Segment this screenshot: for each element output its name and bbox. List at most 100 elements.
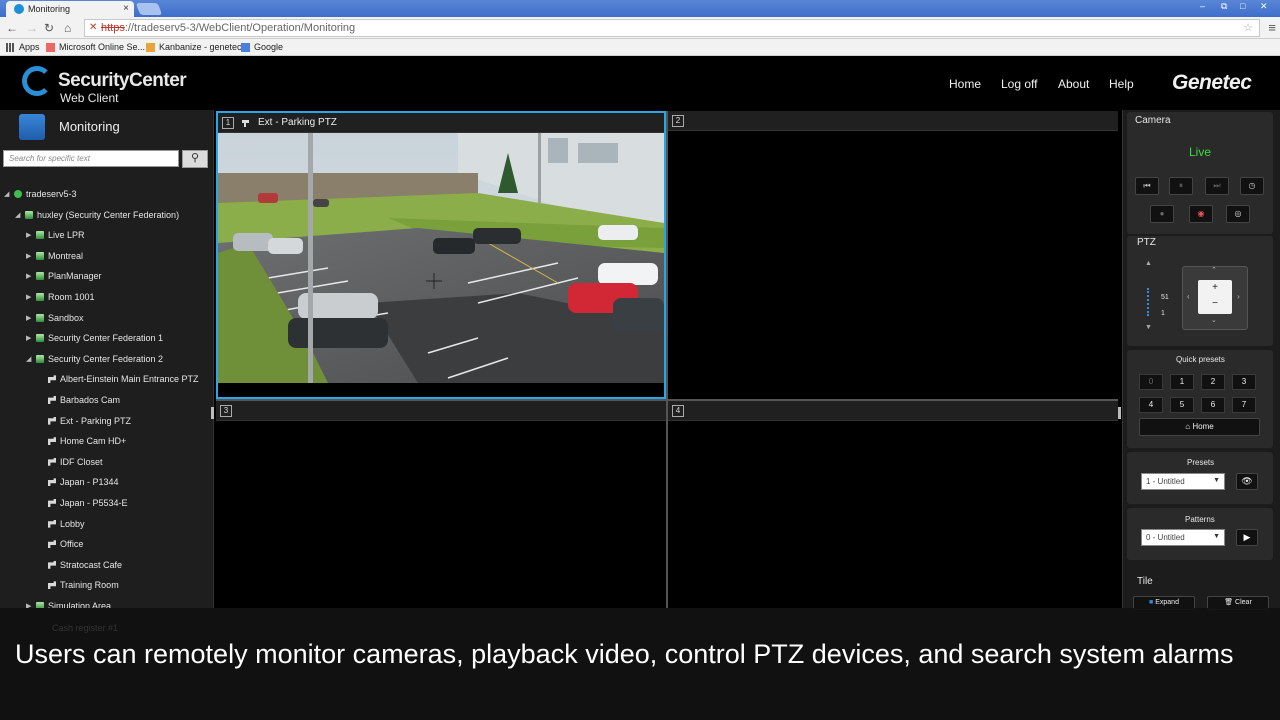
- reload-icon[interactable]: ↻: [44, 21, 54, 35]
- tree-item[interactable]: ▶ Live LPR: [26, 225, 85, 245]
- address-bar[interactable]: ✕ https://tradeserv5-3/WebClient/Operati…: [84, 19, 1260, 37]
- quick-preset-button[interactable]: 1: [1170, 374, 1194, 390]
- home-icon[interactable]: ⌂: [64, 21, 71, 35]
- bookmark-apps[interactable]: Apps: [6, 42, 40, 52]
- tree-item[interactable]: ▶ Sandbox: [26, 308, 84, 328]
- tree-item[interactable]: Ext - Parking PTZ: [38, 411, 131, 431]
- bookmark-label: Google: [254, 42, 284, 52]
- close-tab-icon[interactable]: ×: [123, 3, 129, 14]
- video-tile-3[interactable]: 3: [216, 401, 666, 608]
- browser-menu-icon[interactable]: ≡: [1268, 20, 1276, 35]
- expand-arrow-icon[interactable]: ▶: [26, 272, 36, 280]
- nav-logoff-link[interactable]: Log off: [1001, 77, 1037, 91]
- pan-up-icon[interactable]: ⌃: [1211, 266, 1217, 274]
- tree-item[interactable]: Home Cam HD+: [38, 431, 126, 451]
- run-pattern-button[interactable]: ▶: [1236, 529, 1258, 546]
- tree-item[interactable]: ◢ huxley (Security Center Federation): [15, 205, 179, 225]
- expand-arrow-icon[interactable]: ▶: [26, 293, 36, 301]
- expand-arrow-icon[interactable]: ▶: [26, 334, 36, 342]
- tree-item-label: Home Cam HD+: [60, 436, 127, 447]
- tree-item[interactable]: ◢ tradeserv5-3: [4, 184, 77, 204]
- timeline-button[interactable]: ◷: [1240, 177, 1264, 195]
- ptz-home-button[interactable]: ⌂ Home: [1139, 418, 1260, 436]
- zoom-control[interactable]: + −: [1198, 280, 1232, 314]
- forward-button[interactable]: ⏭: [1205, 177, 1229, 195]
- tree-item[interactable]: ▶ Room 1001: [26, 287, 95, 307]
- collapse-arrow-icon[interactable]: ◢: [4, 190, 14, 198]
- tree-item[interactable]: ▶ PlanManager: [26, 266, 102, 286]
- bookmark-star-icon[interactable]: ☆: [1243, 21, 1253, 34]
- quick-preset-button[interactable]: 6: [1201, 397, 1225, 413]
- rewind-button[interactable]: ⏮: [1135, 177, 1159, 195]
- tree-item[interactable]: ▶ Montreal: [26, 246, 83, 266]
- ptz-section-label: PTZ: [1137, 237, 1156, 248]
- tree-item[interactable]: ◢ Security Center Federation 2: [26, 349, 163, 369]
- back-icon[interactable]: ←: [6, 21, 18, 35]
- tree-item[interactable]: Training Room: [38, 575, 119, 595]
- tree-item[interactable]: ▶ Security Center Federation 1: [26, 328, 163, 348]
- quick-preset-button[interactable]: 5: [1170, 397, 1194, 413]
- quick-preset-button[interactable]: 7: [1232, 397, 1256, 413]
- pan-left-icon[interactable]: ‹: [1187, 292, 1190, 301]
- right-splitter-handle[interactable]: [1118, 407, 1121, 419]
- clear-label: Clear: [1235, 599, 1252, 606]
- nav-help-link[interactable]: Help: [1109, 77, 1134, 91]
- zoom-in-icon[interactable]: ▲: [1145, 260, 1152, 267]
- record-button[interactable]: ◎: [1226, 205, 1250, 223]
- camera-icon: [48, 437, 56, 446]
- tree-item[interactable]: Japan - P1344: [38, 472, 119, 492]
- genetec-favicon-icon: [14, 4, 24, 14]
- quick-preset-button[interactable]: 0: [1139, 374, 1163, 390]
- expand-icon: ■: [1149, 599, 1154, 606]
- tree-item[interactable]: ▶ Simulation Area: [26, 596, 111, 608]
- go-to-preset-button[interactable]: 👁: [1236, 473, 1258, 490]
- pattern-select[interactable]: 0 - Untitled ▼: [1141, 529, 1225, 546]
- left-splitter-handle[interactable]: [211, 407, 214, 419]
- maximize-icon[interactable]: □: [1240, 1, 1245, 11]
- expand-arrow-icon[interactable]: ▶: [26, 252, 36, 260]
- area-icon: [36, 313, 44, 322]
- expand-arrow-icon[interactable]: ▶: [26, 231, 36, 239]
- zoom-out-icon[interactable]: ▼: [1145, 324, 1152, 331]
- bookmark-kanbanize[interactable]: Kanbanize - genetec: [146, 42, 242, 52]
- browser-tab[interactable]: Monitoring ×: [6, 1, 134, 17]
- minimize-icon[interactable]: –: [1200, 1, 1205, 11]
- tree-item[interactable]: Lobby: [38, 514, 85, 534]
- tree-item[interactable]: Albert-Einstein Main Entrance PTZ: [38, 369, 199, 389]
- close-window-icon[interactable]: ✕: [1260, 1, 1268, 12]
- tree-item[interactable]: Barbados Cam: [38, 390, 120, 410]
- forward-icon[interactable]: →: [26, 21, 38, 35]
- zoom-minus-icon[interactable]: −: [1198, 296, 1232, 312]
- tree-item[interactable]: Stratocast Cafe: [38, 555, 122, 575]
- pan-right-icon[interactable]: ›: [1237, 292, 1240, 301]
- tree-item[interactable]: Japan - P5534-E: [38, 493, 128, 513]
- entity-search-input[interactable]: Search for specific text: [3, 150, 179, 167]
- bookmark-microsoft[interactable]: Microsoft Online Se...: [46, 42, 145, 52]
- parking-lot-video-feed[interactable]: [218, 133, 664, 383]
- video-tile-4[interactable]: 4: [668, 401, 1118, 608]
- quick-preset-button[interactable]: 4: [1139, 397, 1163, 413]
- quick-preset-button[interactable]: 3: [1232, 374, 1256, 390]
- restore-icon[interactable]: ⧉: [1221, 1, 1227, 12]
- bookmark-button[interactable]: ◉: [1189, 205, 1213, 223]
- pan-down-icon[interactable]: ⌄: [1211, 316, 1217, 324]
- zoom-plus-icon[interactable]: +: [1198, 280, 1232, 296]
- zoom-slider[interactable]: [1147, 288, 1155, 316]
- pause-button[interactable]: ⏸: [1169, 177, 1193, 195]
- preset-select[interactable]: 1 - Untitled ▼: [1141, 473, 1225, 490]
- nav-about-link[interactable]: About: [1058, 77, 1089, 91]
- app-header: SecurityCenter Web Client Home Log off A…: [0, 56, 1280, 110]
- collapse-arrow-icon[interactable]: ◢: [26, 355, 36, 363]
- search-button[interactable]: ⚲: [182, 150, 208, 168]
- video-tile-2[interactable]: 2: [668, 111, 1118, 399]
- snapshot-button[interactable]: ●: [1150, 205, 1174, 223]
- collapse-arrow-icon[interactable]: ◢: [15, 211, 25, 219]
- nav-home-link[interactable]: Home: [949, 77, 981, 91]
- tree-item[interactable]: IDF Closet: [38, 452, 103, 472]
- new-tab-button[interactable]: [135, 3, 163, 15]
- bookmark-google[interactable]: Google: [241, 42, 283, 52]
- video-tile-1[interactable]: 1 Ext - Parking PTZ: [216, 111, 666, 399]
- expand-arrow-icon[interactable]: ▶: [26, 314, 36, 322]
- tree-item[interactable]: Office: [38, 534, 83, 554]
- quick-preset-button[interactable]: 2: [1201, 374, 1225, 390]
